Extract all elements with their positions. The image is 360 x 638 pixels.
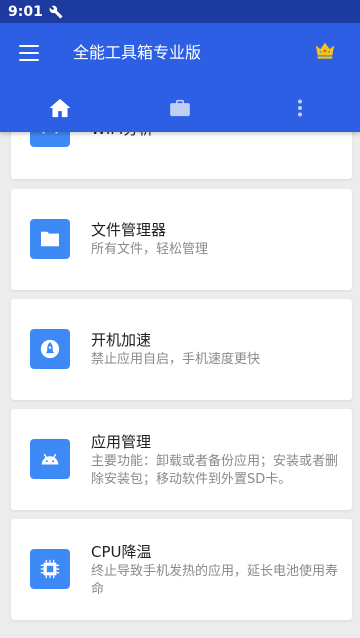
cpu-chip-glyph	[40, 559, 60, 579]
card-file-manager[interactable]: 文件管理器 所有文件，轻松管理	[11, 189, 352, 290]
briefcase-icon	[170, 99, 190, 117]
tab-more[interactable]	[240, 85, 360, 131]
hamburger-line	[19, 59, 39, 61]
android-glyph	[41, 453, 59, 465]
cpu-chip-icon	[30, 549, 70, 589]
status-bar: 9:01	[0, 0, 360, 23]
card-boot-speedup[interactable]: 开机加速 禁止应用自启，手机速度更快	[11, 299, 352, 400]
card-cpu-cooler[interactable]: CPU降温 终止导致手机发热的应用，延长电池使用寿命	[11, 519, 352, 620]
android-icon	[30, 439, 70, 479]
folder-icon	[30, 219, 70, 259]
menu-button[interactable]	[19, 45, 39, 61]
crown-icon	[315, 42, 335, 59]
screen: 9:01 全能工具箱专业版 文件管理器 所有文件，轻松管理 开机加速 禁止应用自…	[0, 0, 360, 638]
folder-glyph	[41, 231, 59, 247]
tab-bar	[0, 85, 360, 131]
card-description: 所有文件，轻松管理	[91, 242, 209, 257]
more-vertical-icon	[298, 99, 302, 117]
card-app-manager[interactable]: 应用管理 主要功能：卸载或者备份应用；安装或者删除安装包；移动软件到外置SD卡。	[11, 409, 352, 510]
card-title: 开机加速	[91, 331, 152, 349]
tab-tools[interactable]	[120, 85, 240, 131]
card-title: 应用管理	[91, 433, 152, 451]
rocket-icon	[30, 329, 70, 369]
home-icon	[49, 98, 71, 118]
card-title: CPU降温	[91, 543, 152, 561]
card-description: 主要功能：卸载或者备份应用；安装或者删除安装包；移动软件到外置SD卡。	[91, 454, 339, 487]
vip-button[interactable]	[314, 39, 336, 61]
app-bar: 全能工具箱专业版	[0, 23, 360, 132]
status-time: 9:01	[8, 3, 43, 20]
rocket-glyph	[40, 339, 60, 359]
app-title: 全能工具箱专业版	[73, 43, 202, 62]
hamburger-line	[19, 52, 39, 54]
card-title: 文件管理器	[91, 221, 167, 239]
wrench-icon	[49, 5, 63, 18]
card-description: 终止导致手机发热的应用，延长电池使用寿命	[91, 564, 339, 597]
tab-home[interactable]	[0, 85, 120, 131]
hamburger-menu-icon	[19, 45, 39, 47]
card-description: 禁止应用自启，手机速度更快	[91, 352, 261, 367]
